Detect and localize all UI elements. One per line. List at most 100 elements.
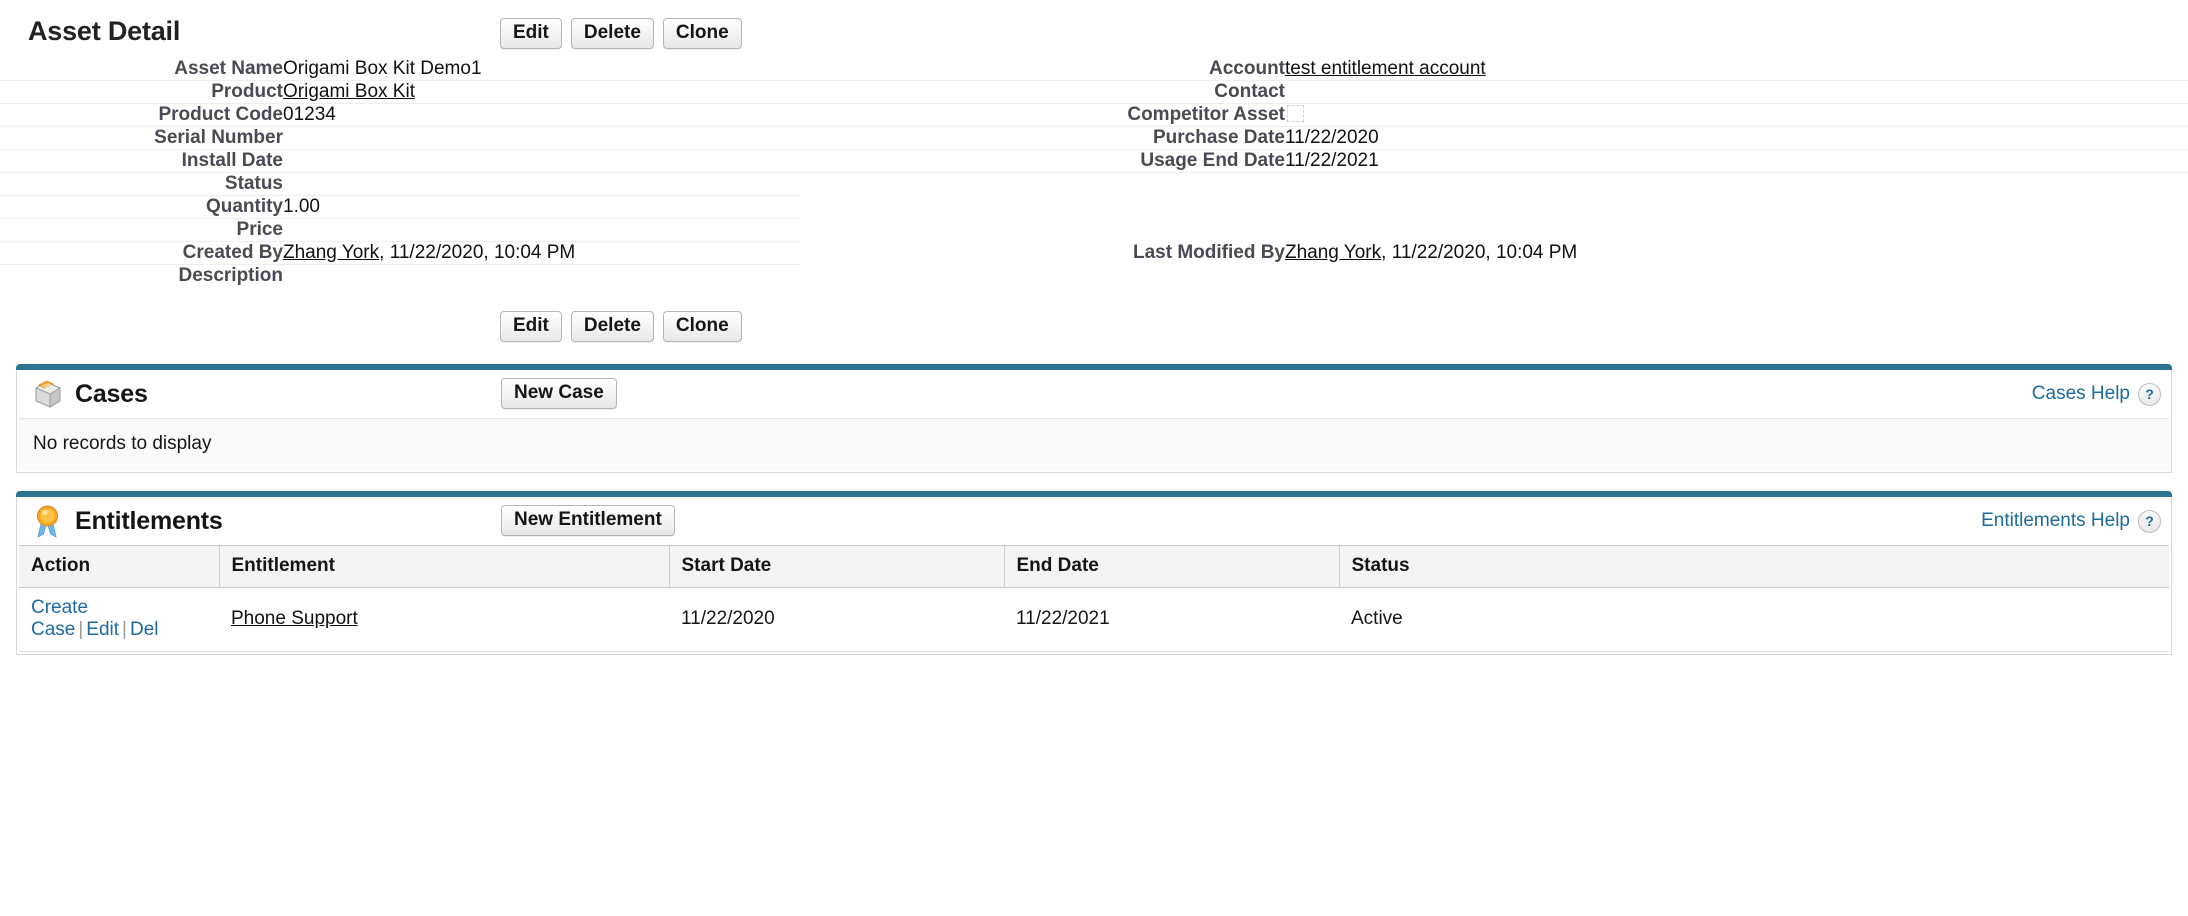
field-label <box>1085 173 1285 196</box>
field-label: Last Modified By <box>1132 241 1285 263</box>
cases-help-link[interactable]: Cases Help <box>2032 383 2130 405</box>
field-value <box>1285 219 2188 242</box>
field-label: Serial Number <box>0 126 283 150</box>
delete-button-top[interactable]: Delete <box>570 18 654 49</box>
field-label: Created By <box>0 241 283 265</box>
field-gap <box>800 149 1085 173</box>
award-ribbon-icon <box>29 502 67 540</box>
field-value: 11/22/2020 <box>1285 126 2188 150</box>
field-gap <box>800 103 1085 127</box>
detail-field-row: Description <box>0 265 2188 288</box>
field-label: Description <box>178 265 283 286</box>
field-label: Product <box>0 80 283 104</box>
detail-field-row: Created By Zhang York, 11/22/2020, 10:04 … <box>0 241 2188 265</box>
detail-field-row: Serial Number Purchase Date 11/22/2020 <box>0 126 2188 150</box>
action-separator: | <box>78 618 84 640</box>
field-label: Competitor Asset <box>1085 103 1285 127</box>
field-label: Usage End Date <box>1085 149 1285 173</box>
entitlements-help-group: Entitlements Help ? <box>1981 509 2161 533</box>
field-gap <box>800 80 1085 104</box>
column-header: Start Date <box>669 544 1005 588</box>
field-gap <box>800 126 1085 150</box>
field-value <box>1285 80 2188 104</box>
column-header: Action <box>19 544 220 588</box>
page-title: Asset Detail <box>28 16 181 46</box>
edit-button-top[interactable]: Edit <box>500 18 562 49</box>
new-entitlement-button[interactable]: New Entitlement <box>501 504 675 536</box>
field-value-link[interactable]: test entitlement account <box>1285 58 1486 79</box>
field-value <box>1285 265 2188 288</box>
field-value <box>283 218 800 242</box>
column-header: Entitlement <box>219 544 670 588</box>
detail-field-row: Asset Name Origami Box Kit Demo1 Account te… <box>0 58 2188 81</box>
asset-detail-fields: Asset Name Origami Box Kit Demo1 Account te… <box>0 58 2188 287</box>
edit-button-bottom[interactable]: Edit <box>500 311 562 342</box>
field-value-link[interactable]: Origami Box Kit <box>283 81 415 102</box>
field-gap <box>800 265 1085 288</box>
field-label <box>1085 265 1285 288</box>
field-label: Install Date <box>0 149 283 173</box>
top-action-buttons: Edit Delete Clone <box>500 18 742 49</box>
field-label: Account <box>1085 58 1285 81</box>
row-action-link[interactable]: Del <box>130 619 159 640</box>
detail-field-row: Quantity 1.00 <box>0 195 2188 219</box>
field-label: Status <box>0 172 283 196</box>
cases-section-title: Cases <box>75 379 148 408</box>
field-value: Zhang York, 11/22/2020, 10:04 PM <box>283 241 800 265</box>
question-mark-icon-cases[interactable]: ? <box>2138 382 2161 406</box>
field-value: Zhang York, 11/22/2020, 10:04 PM <box>1285 241 1578 263</box>
row-actions: Create Case | Edit | Del <box>19 587 219 652</box>
detail-field-row: Price <box>0 218 2188 242</box>
start-date-cell: 11/22/2020 <box>669 587 1004 652</box>
field-value: 1.00 <box>283 195 800 219</box>
entitlement-name-cell: Phone Support <box>219 587 669 652</box>
field-value: Origami Box Kit <box>283 80 800 104</box>
field-value <box>283 126 800 150</box>
table-row: Create Case | Edit | Del Phone Support 11/22/2… <box>19 587 2169 652</box>
delete-button-bottom[interactable]: Delete <box>570 311 654 342</box>
competitor-asset-checkbox[interactable] <box>1287 105 1304 122</box>
field-label: Asset Name <box>0 58 283 81</box>
clone-button-bottom[interactable]: Clone <box>662 311 742 342</box>
field-value-link[interactable]: Zhang York <box>1285 242 1381 263</box>
cases-help-group: Cases Help ? <box>2032 382 2161 406</box>
field-label: Price <box>0 218 283 242</box>
column-header: Status <box>1339 544 2169 588</box>
field-label <box>1085 219 1285 242</box>
field-value <box>283 149 800 173</box>
detail-header: Asset Detail Edit Delete Clone <box>0 0 2188 58</box>
detail-field-row: Install Date Usage End Date 11/22/2021 <box>0 149 2188 173</box>
cases-empty-message: No records to display <box>19 417 2169 470</box>
detail-field-row: Status <box>0 172 2188 196</box>
entitlements-related-list: Entitlements New Entitlement Entitlement… <box>16 490 2172 655</box>
field-value <box>283 265 800 288</box>
row-action-link[interactable]: Edit <box>86 619 119 640</box>
entitlement-record-link[interactable]: Phone Support <box>231 608 358 629</box>
status-cell: Active <box>1339 587 2169 652</box>
field-value: 11/22/2021 <box>1285 149 2188 173</box>
case-folder-icon <box>29 375 67 413</box>
field-gap <box>800 196 1085 219</box>
bottom-action-buttons: Edit Delete Clone <box>0 311 2188 342</box>
field-value <box>1285 173 2188 196</box>
entitlements-table: Action Entitlement Start Date End Date Statu… <box>19 544 2169 652</box>
field-value <box>1285 196 2188 219</box>
field-value-link[interactable]: Zhang York <box>283 242 379 263</box>
entitlements-help-link[interactable]: Entitlements Help <box>1981 510 2130 532</box>
field-label: Contact <box>1085 80 1285 104</box>
field-label: Product Code <box>0 103 283 127</box>
clone-button-top[interactable]: Clone <box>662 18 742 49</box>
field-value <box>1285 103 2188 127</box>
field-gap <box>800 242 1085 265</box>
column-header: End Date <box>1004 544 1340 588</box>
question-mark-icon-entitlements[interactable]: ? <box>2138 509 2161 533</box>
new-case-button[interactable]: New Case <box>501 377 617 409</box>
field-label <box>1085 196 1285 219</box>
detail-field-row: Product Origami Box Kit Contact <box>0 80 2188 104</box>
field-value: test entitlement account <box>1285 58 2188 81</box>
cases-related-list: Cases New Case Cases Help ? No records t… <box>16 363 2172 473</box>
action-separator: | <box>122 618 127 640</box>
entitlements-table-header: Action Entitlement Start Date End Date Statu… <box>19 544 2169 588</box>
detail-field-row: Product Code 01234 Competitor Asset <box>0 103 2188 127</box>
field-gap <box>800 219 1085 242</box>
